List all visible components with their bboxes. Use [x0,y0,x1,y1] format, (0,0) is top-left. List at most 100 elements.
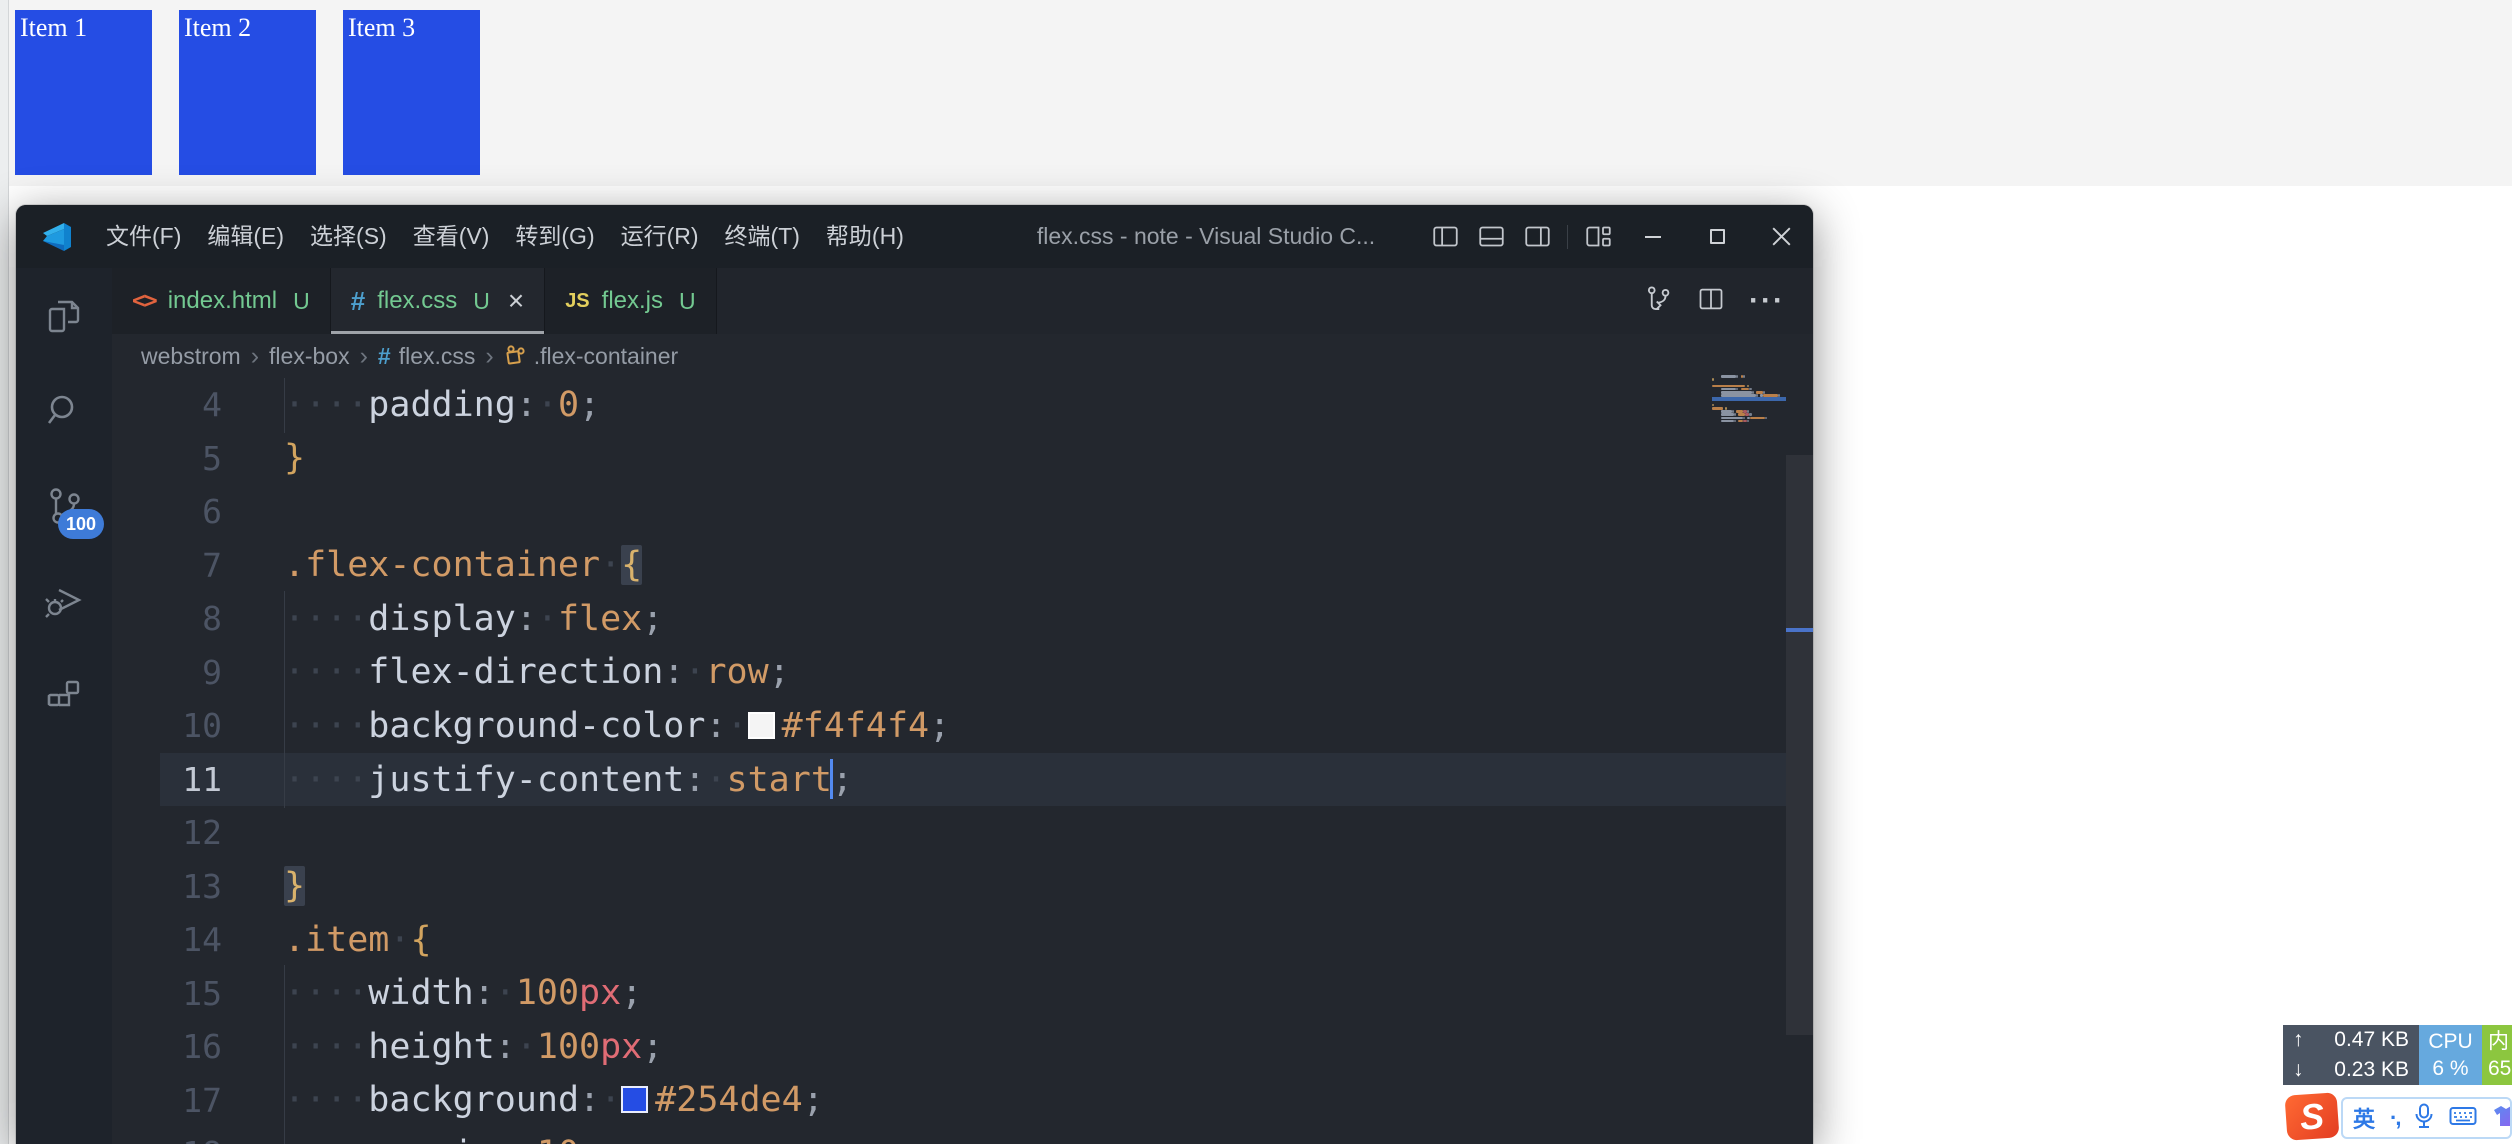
explorer-icon[interactable] [16,268,112,363]
code-line[interactable]: 12 [112,806,1786,860]
maximize-icon[interactable] [1685,205,1749,268]
titlebar-divider [1567,225,1568,249]
skin-icon[interactable] [2492,1104,2512,1133]
ime-punctuation-toggle[interactable]: ·, [2390,1105,2399,1131]
toggle-primary-sidebar-icon[interactable] [1422,205,1468,268]
code-line[interactable]: 6 [112,485,1786,539]
token: #254de4 [655,1080,803,1120]
code-line[interactable]: 4····padding:·0; [112,378,1786,432]
minimap-line [1741,388,1750,391]
code-line[interactable]: 13} [112,860,1786,914]
run-debug-icon[interactable] [16,553,112,648]
line-number: 6 [112,492,222,531]
menu-item[interactable]: 文件(F) [93,205,194,268]
code-line[interactable]: 9····flex-direction:·row; [112,646,1786,700]
minimap-line [1721,394,1756,397]
titlebar: 文件(F)编辑(E)选择(S)查看(V)转到(G)运行(R)终端(T)帮助(H)… [16,205,1813,268]
token: ; [621,973,642,1013]
token: : [495,1027,516,1067]
tab-flex.js[interactable]: JSflex.jsU [545,268,716,334]
editor-scrollbar[interactable] [1786,268,1813,1144]
ime-language-toggle[interactable]: 英 [2353,1102,2375,1134]
breadcrumb-item[interactable]: flex-box [269,343,350,370]
menu-item[interactable]: 转到(G) [502,205,607,268]
minimap-line [1743,375,1745,378]
menu-item[interactable]: 查看(V) [400,205,503,268]
color-swatch[interactable] [748,712,775,739]
minimap-line [1712,385,1745,388]
tab-index.html[interactable]: <>index.htmlU [112,268,331,334]
menu-item[interactable]: 帮助(H) [813,205,917,268]
minimap-line [1738,413,1745,416]
code-line[interactable]: 16····height:·100px; [112,1020,1786,1074]
menu-item[interactable]: 编辑(E) [194,205,297,268]
menu-item[interactable]: 终端(T) [712,205,813,268]
tab-flex.css[interactable]: #flex.cssU× [331,268,545,334]
search-icon[interactable] [16,363,112,458]
tab-label: flex.js [602,287,663,315]
color-swatch[interactable] [621,1086,648,1113]
breadcrumb-separator-icon: › [485,342,493,371]
code-line[interactable]: 15····width:·100px; [112,967,1786,1021]
ime-toolbar: 英 ·, [2341,1097,2512,1139]
token: px [579,973,621,1013]
code-line[interactable]: 8····display:·flex; [112,592,1786,646]
breadcrumb-item[interactable]: flex.css [399,343,476,370]
sogou-logo-icon[interactable]: S [2284,1092,2339,1141]
code-line[interactable]: 14.item·{ [112,913,1786,967]
minimap-line [1721,420,1734,423]
symbol-class-icon [504,344,528,368]
tab-git-badge: U [293,288,310,315]
code-text: ····justify-content:·start; [284,759,853,800]
split-editor-icon[interactable] [1697,285,1725,318]
breadcrumb-item[interactable]: .flex-container [534,343,678,370]
token: } [284,438,305,478]
close-icon[interactable] [1749,205,1813,268]
keyboard-icon[interactable] [2449,1105,2477,1132]
scrollbar-thumb[interactable] [1786,455,1813,1035]
more-actions-icon[interactable]: ··· [1749,284,1785,318]
code-line[interactable]: 17····background:·#254de4; [112,1074,1786,1128]
minimize-icon[interactable] [1621,205,1685,268]
breadcrumb-item[interactable]: webstrom [141,343,241,370]
tab-git-badge: U [473,288,490,315]
tab-actions: ··· [1643,268,1785,334]
menu-item[interactable]: 选择(S) [297,205,400,268]
tab-close-icon[interactable]: × [508,287,524,315]
token: ; [929,706,950,746]
token: { [621,545,642,585]
token: : [684,760,705,800]
breadcrumb-separator-icon: › [360,342,368,371]
download-speed: 0.23 KB [2319,1058,2409,1082]
toggle-panel-icon[interactable] [1468,205,1514,268]
line-number: 9 [112,653,222,692]
code-line[interactable]: 5} [112,432,1786,486]
code-line[interactable]: 11····justify-content:·start; [112,753,1786,807]
code-text: .flex-container·{ [284,545,642,585]
code-line[interactable]: 7.flex-container·{ [112,539,1786,593]
customize-layout-icon[interactable] [1575,205,1621,268]
open-changes-icon[interactable] [1643,284,1673,319]
overview-ruler-cursor-mark [1786,628,1813,632]
token: flex-direction [368,652,663,692]
token: padding [368,385,516,425]
code-text: ····width:·100px; [284,973,642,1013]
activity-bar: 100 [16,268,112,1144]
breadcrumb: webstrom›flex-box›#flex.css›.flex-contai… [112,334,1813,378]
token: background [368,1080,579,1120]
minimap-line [1736,388,1738,391]
flex-item-1: Item 1 [15,10,152,175]
toggle-secondary-sidebar-icon[interactable] [1514,205,1560,268]
minimap[interactable] [1712,375,1786,485]
token: ···· [284,1134,368,1144]
code-line[interactable]: 18····margin:·10px; [112,1127,1786,1144]
source-control-icon[interactable]: 100 [16,458,112,553]
token: 100 [537,1027,600,1067]
mic-icon[interactable] [2414,1103,2434,1134]
menu-item[interactable]: 运行(R) [608,205,712,268]
line-number: 13 [112,867,222,906]
token: : [474,973,495,1013]
code-editor[interactable]: 4····padding:·0;5} 6 7.flex-container·{8··… [112,378,1786,1144]
extensions-icon[interactable] [16,648,112,743]
code-line[interactable]: 10····background-color:·#f4f4f4; [112,699,1786,753]
